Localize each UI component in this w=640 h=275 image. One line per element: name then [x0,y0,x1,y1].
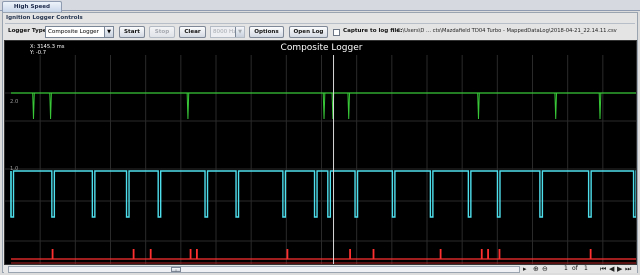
logger-type-label: Logger Type: [8,28,49,34]
horizontal-scrollbar[interactable]: ⁞ [8,266,520,273]
red-trace-spike [439,249,442,259]
zoom-out-icon[interactable]: ⊖ [542,265,548,273]
cyan-axis-label: 1.0 [10,166,19,172]
green-trace-dip [186,92,190,120]
next-page-icon[interactable]: ▶ [617,265,622,273]
open-log-button[interactable]: Open Log [289,26,328,38]
start-button[interactable]: Start [119,26,145,38]
green-axis-label: 2.0 [10,99,19,105]
green-trace-dip [598,92,602,120]
red-trace-spike [149,249,152,259]
green-trace-dip [347,92,351,120]
red-trace-spike [349,249,351,259]
page-of-label: of [572,265,578,272]
cursor-y-readout: Y: -0.7 [30,50,46,56]
logger-panel: Ignition Logger Controls Logger Type: Co… [2,12,638,273]
red-trace-spike [132,249,135,259]
section-divider [5,23,635,24]
chevron-down-icon[interactable]: ▼ [104,27,113,37]
zoom-in-icon[interactable]: ⊕ [533,265,539,273]
tab-high-speed-logger[interactable]: High Speed Logger [2,1,62,20]
red-trace-spike [589,249,592,259]
sample-rate-value: 8000 Hz [213,29,237,35]
chevron-down-icon[interactable]: ▼ [235,27,244,37]
section-title: Ignition Logger Controls [6,15,83,21]
clear-button[interactable]: Clear [179,26,206,38]
capture-label: Capture to log file: [343,28,403,34]
scrollbar-thumb[interactable]: ⁞ [171,267,181,273]
composite-chart[interactable]: Composite Logger X: 3145.3 ms Y: -0.7 2.… [4,40,637,265]
log-file-path: C:\Users\D ... cts\Mazdafield TD04 Turbo… [397,28,617,34]
red-trace-spike [487,249,489,259]
stop-button[interactable]: Stop [149,26,175,38]
red-trace-spike [189,249,192,259]
red-trace-spike [51,249,54,259]
page-total: 1 [584,265,588,272]
sample-rate-select[interactable]: 8000 Hz ▼ [210,26,245,38]
bottom-bar: ⁞ ▸ ⊕ ⊖ 1 of 1 ⏮ ◀ ▶ ⏭ [4,265,637,273]
green-trace-dip [477,92,480,120]
green-trace-dip [49,92,52,120]
last-page-icon[interactable]: ⏭ [625,265,631,273]
red-trace-spike [372,249,375,259]
previous-page-icon[interactable]: ◀ [609,265,614,273]
first-page-icon[interactable]: ⏮ [600,265,606,273]
red-trace-spike [498,249,501,259]
red-trace-spike [286,249,289,259]
cyan-trace [10,170,636,218]
scroll-right-icon[interactable]: ▸ [523,265,527,273]
tab-strip: High Speed Logger [0,0,640,20]
capture-checkbox[interactable] [333,29,340,36]
logger-type-select[interactable]: Composite Logger ▼ [45,26,114,38]
options-button[interactable]: Options [249,26,284,38]
logger-toolbar: Logger Type: Composite Logger ▼ Start St… [3,26,639,40]
green-trace-dip [32,92,35,120]
page-current: 1 [564,265,568,272]
chart-title: Composite Logger [280,43,363,53]
logger-type-value: Composite Logger [48,29,99,35]
green-trace-dip [322,92,326,120]
red-trace-spike [195,249,198,259]
red-trace-spike [480,249,483,259]
green-trace-dip [554,92,558,120]
composite-plot[interactable] [5,41,637,265]
